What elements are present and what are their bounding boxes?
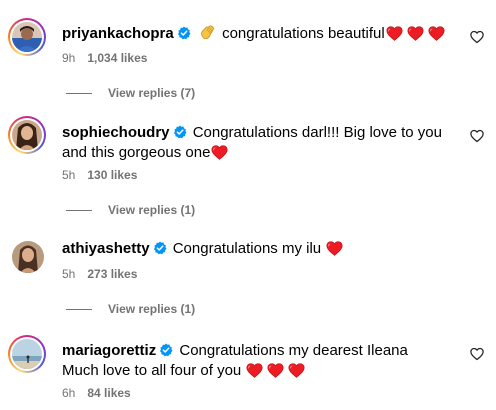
- comment-text-block: mariagorettiz Congratulations my dearest…: [62, 341, 458, 381]
- avatar[interactable]: [8, 116, 46, 154]
- red-heart-emoji-icon: [407, 26, 424, 41]
- red-heart-emoji-icon: [288, 363, 305, 378]
- verified-badge-icon: [153, 241, 167, 255]
- comment-text-block: priyankachopra congratulations beautiful: [62, 24, 458, 47]
- comment-text: Congratulations my ilu: [172, 240, 322, 257]
- like-heart-icon[interactable]: [469, 128, 485, 144]
- view-replies-button[interactable]: View replies (7): [66, 86, 195, 100]
- comment-text-block: sophiechoudry Congratulations darl!!! Bi…: [62, 123, 458, 163]
- replies-divider-line: [66, 210, 92, 212]
- like-heart-icon[interactable]: [469, 29, 485, 45]
- replies-divider-line: [66, 309, 92, 311]
- clapping-hands-emoji-icon: [199, 24, 216, 47]
- comment-likes[interactable]: 130 likes: [87, 168, 137, 182]
- avatar[interactable]: [12, 241, 44, 273]
- comment-time: 5h: [62, 267, 76, 281]
- comment-username[interactable]: priyankachopra: [62, 25, 174, 42]
- comment-likes[interactable]: 1,034 likes: [87, 51, 147, 65]
- red-heart-emoji-icon: [267, 363, 284, 378]
- comment-meta: 5h 130 likes: [62, 168, 137, 182]
- comment-likes[interactable]: 273 likes: [87, 267, 137, 281]
- view-replies-label: View replies (7): [108, 86, 196, 100]
- verified-badge-icon: [177, 26, 191, 40]
- like-heart-icon[interactable]: [469, 346, 485, 362]
- comment-likes[interactable]: 84 likes: [87, 386, 130, 400]
- red-heart-emoji-icon: [386, 26, 403, 41]
- comment-meta: 5h 273 likes: [62, 267, 137, 281]
- avatar[interactable]: [8, 335, 46, 373]
- comment-time: 9h: [62, 51, 76, 65]
- red-heart-emoji-icon: [428, 26, 445, 41]
- view-replies-label: View replies (1): [108, 203, 196, 217]
- comment-username[interactable]: athiyashetty: [62, 240, 150, 257]
- comment-time: 5h: [62, 168, 76, 182]
- comment-text-line-2: Much love to all four of you: [62, 362, 242, 379]
- avatar[interactable]: [8, 18, 46, 56]
- red-heart-emoji-icon: [246, 363, 263, 378]
- red-heart-emoji-icon: [211, 145, 228, 160]
- replies-divider-line: [66, 93, 92, 95]
- comment-time: 6h: [62, 386, 76, 400]
- red-heart-emoji-icon: [326, 241, 343, 256]
- comment-text-block: athiyashetty Congratulations my ilu: [62, 239, 458, 259]
- view-replies-button[interactable]: View replies (1): [66, 302, 195, 316]
- verified-badge-icon: [173, 125, 187, 139]
- comment-meta: 6h 84 likes: [62, 386, 131, 400]
- comment-username[interactable]: mariagorettiz: [62, 342, 156, 359]
- comment-text-line-1: Congratulations my dearest Ileana: [179, 342, 408, 359]
- view-replies-label: View replies (1): [108, 302, 196, 316]
- comment-text: congratulations beautiful: [222, 25, 385, 42]
- view-replies-button[interactable]: View replies (1): [66, 203, 195, 217]
- verified-badge-icon: [159, 343, 173, 357]
- comment-meta: 9h 1,034 likes: [62, 51, 147, 65]
- comment-username[interactable]: sophiechoudry: [62, 124, 170, 141]
